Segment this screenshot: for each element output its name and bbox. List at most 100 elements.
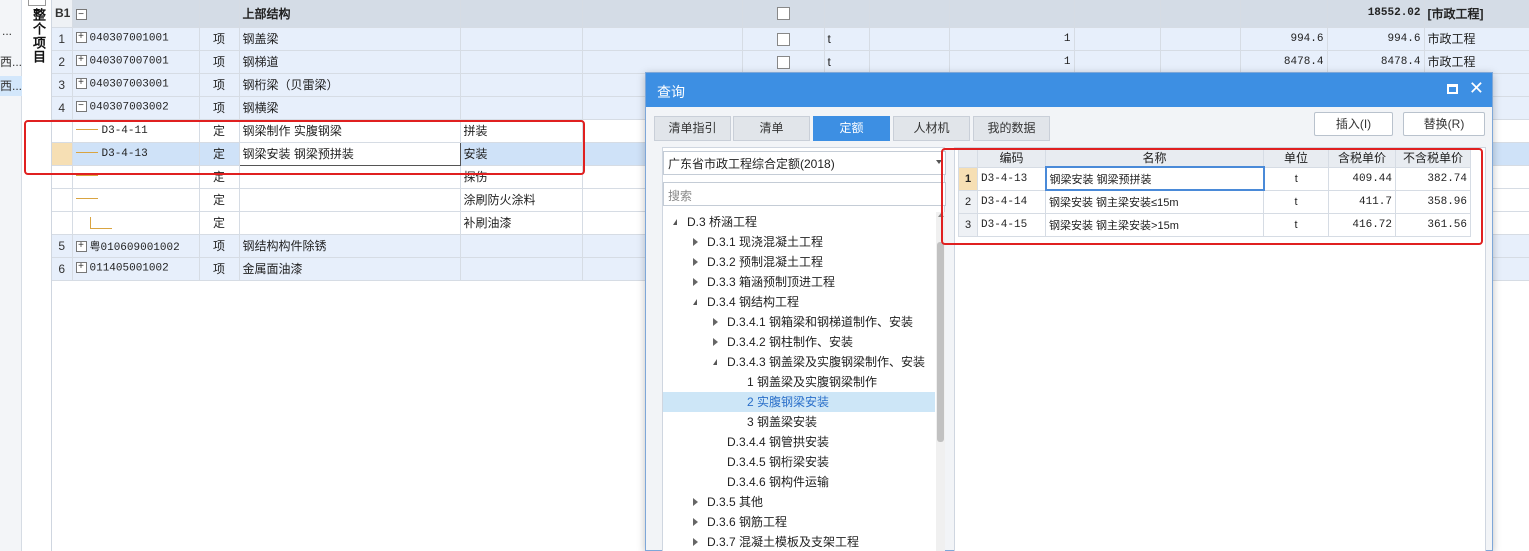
table-row-header-b1[interactable]: B1 − 上部结构 18552.02 [市政工程] [52, 0, 1529, 28]
collapsed-arrow-icon[interactable] [693, 278, 698, 286]
header-price-notax[interactable]: 不含税单价 [1395, 148, 1471, 168]
tree-node[interactable]: D.3.3 箱涵预制顶进工程 [663, 272, 935, 292]
expand-icon[interactable]: + [75, 241, 87, 253]
result-row[interactable]: 1 D3-4-13 钢梁安装 钢梁预拼装 t 409.44 382.74 [958, 166, 1471, 191]
header-price-tax[interactable]: 含税单价 [1328, 148, 1396, 168]
collapse-icon[interactable]: − [75, 101, 87, 113]
tree-connector [89, 216, 112, 229]
result-price-notax: 361.56 [1395, 212, 1471, 237]
tree-node[interactable]: D.3.5 其他 [663, 492, 935, 512]
item-feature: 补刷油漆 [460, 211, 583, 235]
checkbox-partial[interactable] [28, 0, 46, 6]
item-quantity: 1 [949, 50, 1075, 74]
result-unit: t [1263, 212, 1329, 237]
section-name: 上部结构 [239, 0, 461, 28]
item-code: 011405001002 [89, 262, 169, 275]
collapsed-arrow-icon[interactable] [693, 538, 698, 546]
collapsed-arrow-icon[interactable] [693, 238, 698, 246]
tree-node[interactable]: D.3.7 混凝土模板及支架工程 [663, 532, 935, 551]
quota-code: D3-4-13 [101, 147, 148, 160]
tree-node[interactable]: D.3.4.1 钢箱梁和钢梯道制作、安装 [663, 312, 935, 332]
close-icon[interactable]: ✕ [1469, 78, 1484, 99]
tree-node[interactable]: D.3.1 现浇混凝土工程 [663, 232, 935, 252]
scrollbar-thumb[interactable] [937, 242, 944, 442]
expand-icon[interactable]: + [75, 262, 87, 274]
results-header: 编码 名称 单位 含税单价 不含税单价 [958, 148, 1471, 168]
item-unit: t [824, 27, 870, 51]
tab-list-guide[interactable]: 清单指引 [654, 116, 731, 141]
quota-name-editor[interactable]: 钢梁安装 钢梁预拼装 [238, 141, 461, 166]
row-number: 3 [958, 212, 978, 237]
section-total: 18552.02 [1327, 0, 1425, 28]
dialog-titlebar[interactable]: 查询 ✕ [646, 73, 1492, 107]
collapse-icon[interactable]: − [75, 8, 87, 20]
header-code[interactable]: 编码 [977, 148, 1046, 168]
header-name[interactable]: 名称 [1045, 148, 1264, 168]
item-type: 项 [199, 73, 240, 97]
result-row[interactable]: 3 D3-4-15 钢梁安装 钢主梁安装>15m t 416.72 361.56 [958, 212, 1471, 237]
tree-node[interactable]: D.3.4.6 钢构件运输 [663, 472, 935, 492]
tab-my-data[interactable]: 我的数据 [973, 116, 1050, 141]
tab-bill[interactable]: 清单 [733, 116, 810, 141]
collapsed-arrow-icon[interactable] [713, 338, 718, 346]
item-type: 定 [199, 165, 240, 189]
result-code: D3-4-15 [977, 212, 1046, 237]
tab-quota[interactable]: 定额 [813, 116, 890, 141]
result-row[interactable]: 2 D3-4-14 钢梁安装 钢主梁安装≤15m t 411.7 358.96 [958, 189, 1471, 214]
collapsed-arrow-icon[interactable] [693, 498, 698, 506]
expand-icon[interactable]: + [75, 32, 87, 44]
checkbox[interactable] [776, 55, 790, 69]
item-type: 项 [199, 27, 240, 51]
item-code: 粤010609001002 [89, 241, 180, 254]
chevron-down-icon [936, 160, 942, 164]
expanded-arrow-icon[interactable] [693, 299, 697, 305]
tree-node[interactable]: 3 钢盖梁安装 [663, 412, 935, 432]
insert-button[interactable]: 插入(I) [1314, 112, 1393, 136]
row-number: 2 [52, 50, 73, 74]
row-number: 1 [958, 166, 978, 191]
expand-icon[interactable]: + [75, 78, 87, 90]
search-input[interactable]: 搜索 [663, 182, 946, 206]
project-tree-item[interactable]: 西... [0, 52, 22, 72]
table-row[interactable]: 2 +040307007001 项 钢梯道 t 1 8478.4 8478.4 … [52, 50, 1529, 74]
quota-name: 钢梁制作 实腹钢梁 [239, 119, 461, 143]
tree-scrollbar[interactable] [936, 212, 945, 551]
tree-node[interactable]: D.3 桥涵工程 [663, 212, 935, 232]
tree-node[interactable]: D.3.4.2 钢柱制作、安装 [663, 332, 935, 352]
collapsed-arrow-icon[interactable] [693, 258, 698, 266]
tree-node[interactable]: D.3.4.4 钢管拱安装 [663, 432, 935, 452]
tree-node-label: D.3.4.2 钢柱制作、安装 [727, 335, 854, 349]
tree-node-label: D.3.2 预制混凝土工程 [707, 255, 824, 269]
library-select[interactable]: 广东省市政工程综合定额(2018) [663, 151, 946, 175]
tree-node[interactable]: 1 钢盖梁及实腹钢梁制作 [663, 372, 935, 392]
result-code: D3-4-14 [977, 189, 1046, 214]
replace-button[interactable]: 替换(R) [1403, 112, 1485, 136]
tree-node[interactable]: D.3.6 钢筋工程 [663, 512, 935, 532]
tree-node[interactable]: D.3.2 预制混凝土工程 [663, 252, 935, 272]
expanded-arrow-icon[interactable] [673, 219, 677, 225]
more-indicator[interactable]: ... [2, 24, 12, 38]
quota-library-pane: 广东省市政工程综合定额(2018) 搜索 D.3 桥涵工程 D.3.1 现浇混凝土… [662, 147, 946, 551]
tree-node[interactable]: D.3.4 钢结构工程 [663, 292, 935, 312]
maximize-icon[interactable] [1447, 84, 1458, 94]
table-row[interactable]: 1 +040307001001 项 钢盖梁 t 1 994.6 994.6 市政… [52, 27, 1529, 51]
quota-results-pane: 编码 名称 单位 含税单价 不含税单价 1 D3-4-13 钢梁安装 钢梁预拼装… [954, 147, 1486, 551]
scroll-up-icon[interactable] [938, 213, 944, 217]
result-name: 钢梁安装 钢主梁安装≤15m [1045, 189, 1264, 214]
whole-project-tab[interactable]: 整个项目 [26, 8, 46, 64]
tree-node-label: D.3.4.6 钢构件运输 [727, 475, 830, 489]
expand-icon[interactable]: + [75, 55, 87, 67]
header-unit[interactable]: 单位 [1263, 148, 1329, 168]
tab-labor-material[interactable]: 人材机 [893, 116, 970, 141]
tree-node[interactable]: D.3.4.3 钢盖梁及实腹钢梁制作、安装 [663, 352, 935, 372]
checkbox[interactable] [776, 7, 790, 21]
collapsed-arrow-icon[interactable] [693, 518, 698, 526]
tree-node-label: D.3.1 现浇混凝土工程 [707, 235, 824, 249]
tree-node[interactable]: 2 实腹钢梁安装 [663, 392, 935, 412]
checkbox[interactable] [776, 32, 790, 46]
collapsed-arrow-icon[interactable] [713, 318, 718, 326]
tree-node[interactable]: D.3.4.5 钢桁梁安装 [663, 452, 935, 472]
expanded-arrow-icon[interactable] [713, 359, 717, 365]
row-number: 1 [52, 27, 73, 51]
project-tree-item[interactable]: 西... [0, 76, 22, 96]
